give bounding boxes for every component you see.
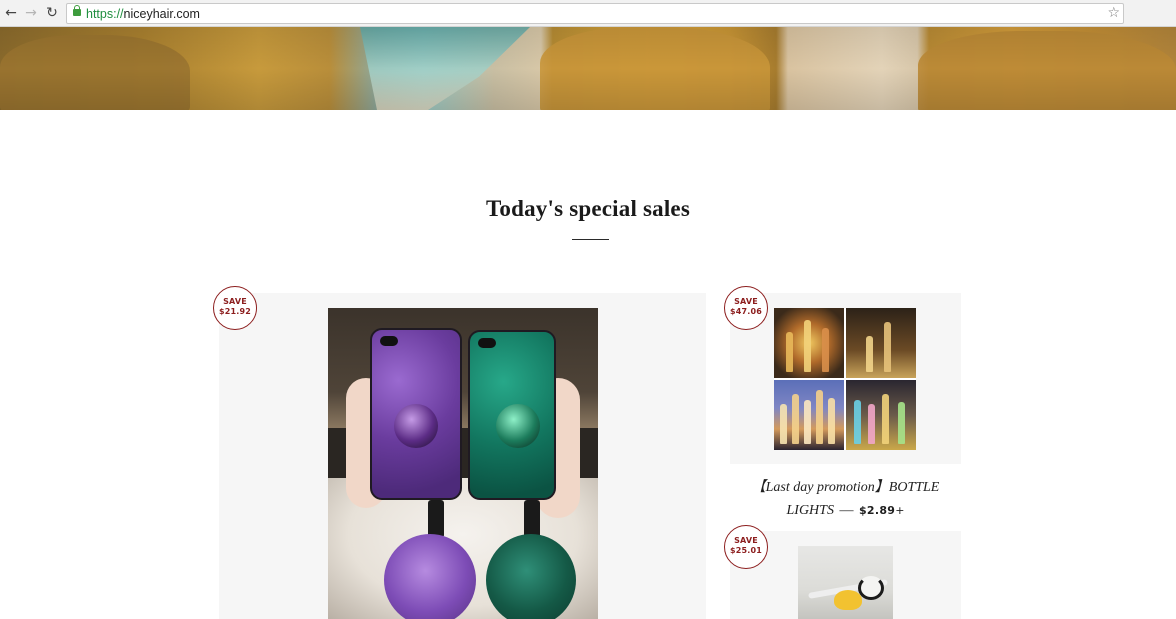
save-amount: $21.92 [218,307,252,316]
back-arrow-icon[interactable]: ← [2,4,20,22]
price-suffix: + [895,504,905,517]
image-tile [774,308,844,378]
image-panda [858,576,884,600]
save-badge[interactable]: SAVE $21.92 [213,286,257,330]
save-amount: $25.01 [729,546,763,555]
image-tile [846,380,916,450]
title-divider [572,239,609,240]
image-tile [846,308,916,378]
star-icon[interactable]: ☆ [1107,4,1120,23]
save-label: SAVE [734,297,758,306]
price-separator: — [839,503,854,518]
image-tile [774,380,844,450]
hero-banner-image [0,27,1176,110]
product-image-phone-cases[interactable] [328,308,598,619]
url-host: niceyhair.com [123,7,200,21]
forward-arrow-icon[interactable]: → [22,4,40,22]
save-label: SAVE [734,536,758,545]
save-amount: $47.06 [729,307,763,316]
image-grip-purple [394,404,438,448]
save-badge[interactable]: SAVE $47.06 [724,286,768,330]
image-grip-green [496,404,540,448]
reload-icon[interactable]: ↻ [43,4,61,22]
save-label: SAVE [223,297,247,306]
banner-shade [0,27,1176,110]
product-image-bottle-lights[interactable] [774,308,916,450]
image-pom-green [486,534,576,619]
browser-toolbar: ← → ↻ https://niceyhair.com ☆ [0,0,1176,27]
lock-icon [73,5,81,16]
image-strap [428,500,444,538]
product-image-toy[interactable] [798,546,893,619]
image-pom-purple [384,534,476,619]
url-scheme: https:// [86,7,124,21]
url-text[interactable]: https://niceyhair.com [86,6,200,22]
product-price: $2.89 [858,504,896,517]
address-bar[interactable]: https://niceyhair.com ☆ [66,3,1124,24]
product-title-block: 【Last day promotion】BOTTLE LIGHTS — $2.8… [730,476,961,522]
image-duck [834,590,862,610]
save-badge[interactable]: SAVE $25.01 [724,525,768,569]
image-strap [524,500,540,538]
section-title: Today's special sales [485,196,690,221]
